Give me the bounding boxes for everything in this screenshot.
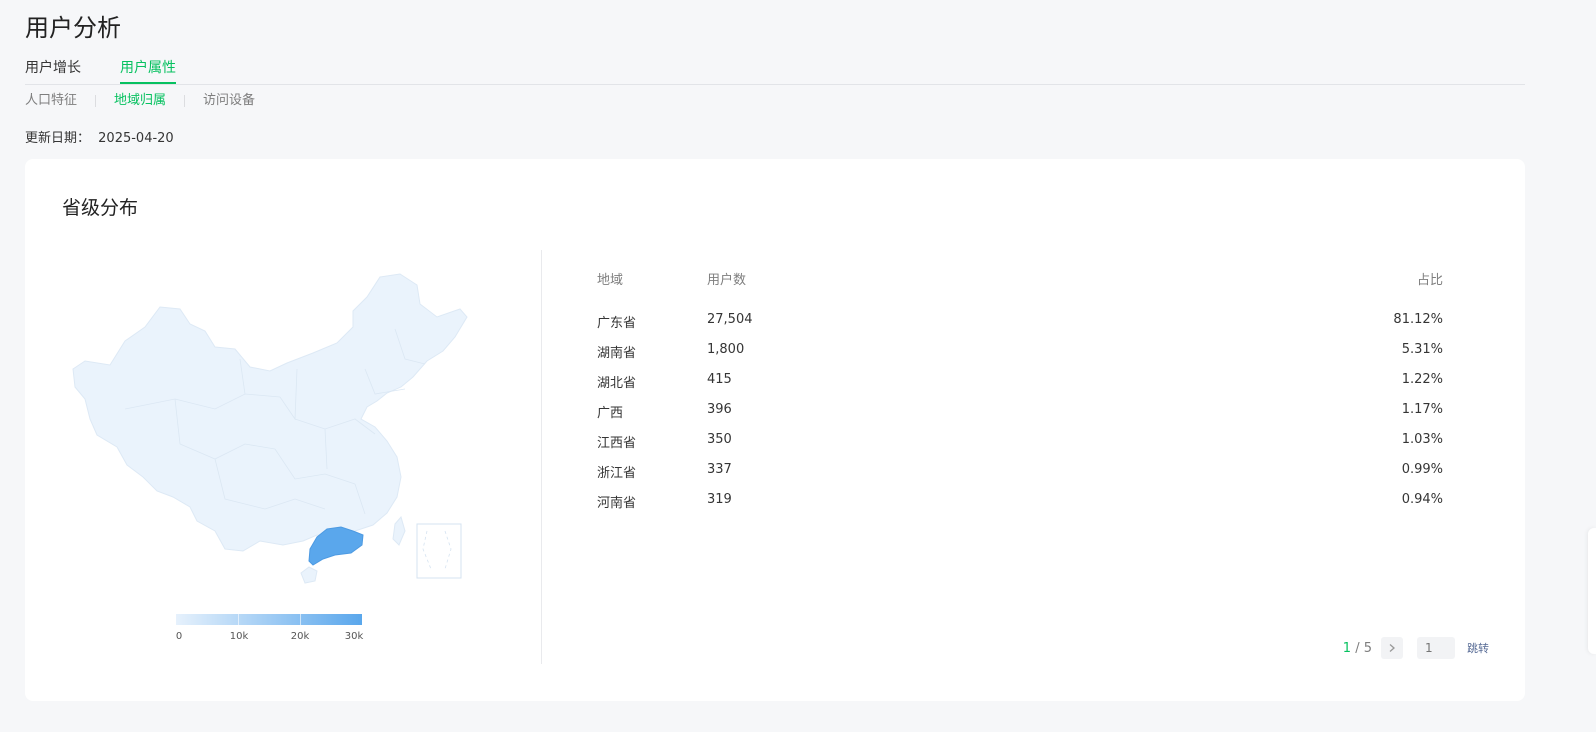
jump-button[interactable]: 跳转	[1467, 640, 1489, 656]
cell-ratio: 1.17%	[1401, 402, 1443, 417]
legend-segment-divider	[300, 614, 301, 625]
subtab-devices[interactable]: 访问设备	[203, 92, 255, 110]
side-panel-handle[interactable]	[1588, 528, 1596, 654]
region-table: 地域 用户数 占比 广东省 27,504 81.12% 湖南省 1,800 5.…	[597, 269, 1443, 522]
header-region: 地域	[597, 273, 624, 288]
cell-ratio: 81.12%	[1393, 312, 1443, 327]
cell-users: 350	[707, 432, 732, 447]
cell-region: 浙江省	[597, 466, 637, 481]
update-date: 更新日期： 2025-04-20	[25, 127, 174, 146]
legend-label: 0	[175, 631, 183, 642]
legend-labels: 0 10k 20k 30k	[175, 631, 364, 645]
header-users: 用户数	[707, 273, 747, 288]
cell-region: 湖北省	[597, 376, 637, 391]
pager-current: 1	[1342, 640, 1352, 656]
chevron-right-icon	[1389, 644, 1395, 652]
cell-users: 1,800	[707, 342, 745, 357]
cell-users: 27,504	[707, 312, 753, 327]
update-date-label: 更新日期：	[25, 131, 91, 146]
cell-ratio: 5.31%	[1401, 342, 1443, 357]
cell-users: 415	[707, 372, 732, 387]
map-province-taiwan[interactable]	[392, 515, 406, 546]
cell-users: 396	[707, 402, 732, 417]
subtab-region[interactable]: 地域归属	[114, 92, 166, 110]
cell-ratio: 1.03%	[1401, 432, 1443, 447]
map-region-mainland[interactable]	[72, 273, 468, 552]
page-number-input[interactable]	[1417, 637, 1455, 659]
sub-tabs: 人口特征 地域归属 访问设备	[25, 92, 255, 110]
legend-label: 20k	[290, 631, 310, 642]
province-distribution-card: 省级分布 0 10k 20k 30k 地域 用户数 占比 广东省 27,504 …	[25, 159, 1525, 701]
cell-ratio: 0.94%	[1401, 492, 1443, 507]
map-province-hainan[interactable]	[300, 566, 318, 584]
legend-segment-divider	[238, 614, 239, 625]
update-date-value: 2025-04-20	[98, 131, 174, 146]
tab-user-attributes[interactable]: 用户属性	[120, 58, 176, 84]
card-title: 省级分布	[62, 197, 139, 219]
table-row: 浙江省 337 0.99%	[597, 462, 1443, 492]
user-analysis-page: 用户分析 用户增长 用户属性 人口特征 地域归属 访问设备 更新日期： 2025…	[0, 0, 1596, 732]
table-header: 地域 用户数 占比	[597, 269, 1443, 307]
cell-ratio: 1.22%	[1401, 372, 1443, 387]
page-title: 用户分析	[25, 14, 121, 42]
legend-label: 30k	[344, 631, 364, 642]
cell-ratio: 0.99%	[1401, 462, 1443, 477]
table-row: 广东省 27,504 81.12%	[597, 312, 1443, 342]
map-inset-islands	[422, 530, 452, 570]
vertical-divider	[541, 250, 542, 664]
subtab-demographics[interactable]: 人口特征	[25, 92, 77, 110]
china-map[interactable]	[65, 269, 485, 589]
pager-total: 5	[1363, 640, 1372, 656]
table-row: 广西 396 1.17%	[597, 402, 1443, 432]
cell-region: 广东省	[597, 316, 637, 331]
subtab-divider	[184, 95, 186, 107]
main-tabs: 用户增长 用户属性	[25, 58, 1525, 85]
cell-region: 湖南省	[597, 346, 637, 361]
cell-users: 319	[707, 492, 732, 507]
pagination: 1 / 5 跳转	[1343, 637, 1489, 659]
next-page-button[interactable]	[1381, 637, 1403, 659]
cell-users: 337	[707, 462, 732, 477]
table-row: 湖南省 1,800 5.31%	[597, 342, 1443, 372]
legend-label: 10k	[229, 631, 249, 642]
header-ratio: 占比	[1416, 273, 1443, 288]
table-row: 河南省 319 0.94%	[597, 492, 1443, 522]
map-legend: 0 10k 20k 30k	[175, 614, 364, 645]
cell-region: 广西	[597, 406, 624, 421]
cell-region: 河南省	[597, 496, 637, 511]
legend-gradient-bar	[176, 614, 362, 625]
china-map-svg	[72, 273, 468, 584]
table-row: 江西省 350 1.03%	[597, 432, 1443, 462]
tab-user-growth[interactable]: 用户增长	[25, 58, 81, 82]
pager-separator: /	[1351, 640, 1364, 656]
table-row: 湖北省 415 1.22%	[597, 372, 1443, 402]
cell-region: 江西省	[597, 436, 637, 451]
subtab-divider	[95, 95, 97, 107]
